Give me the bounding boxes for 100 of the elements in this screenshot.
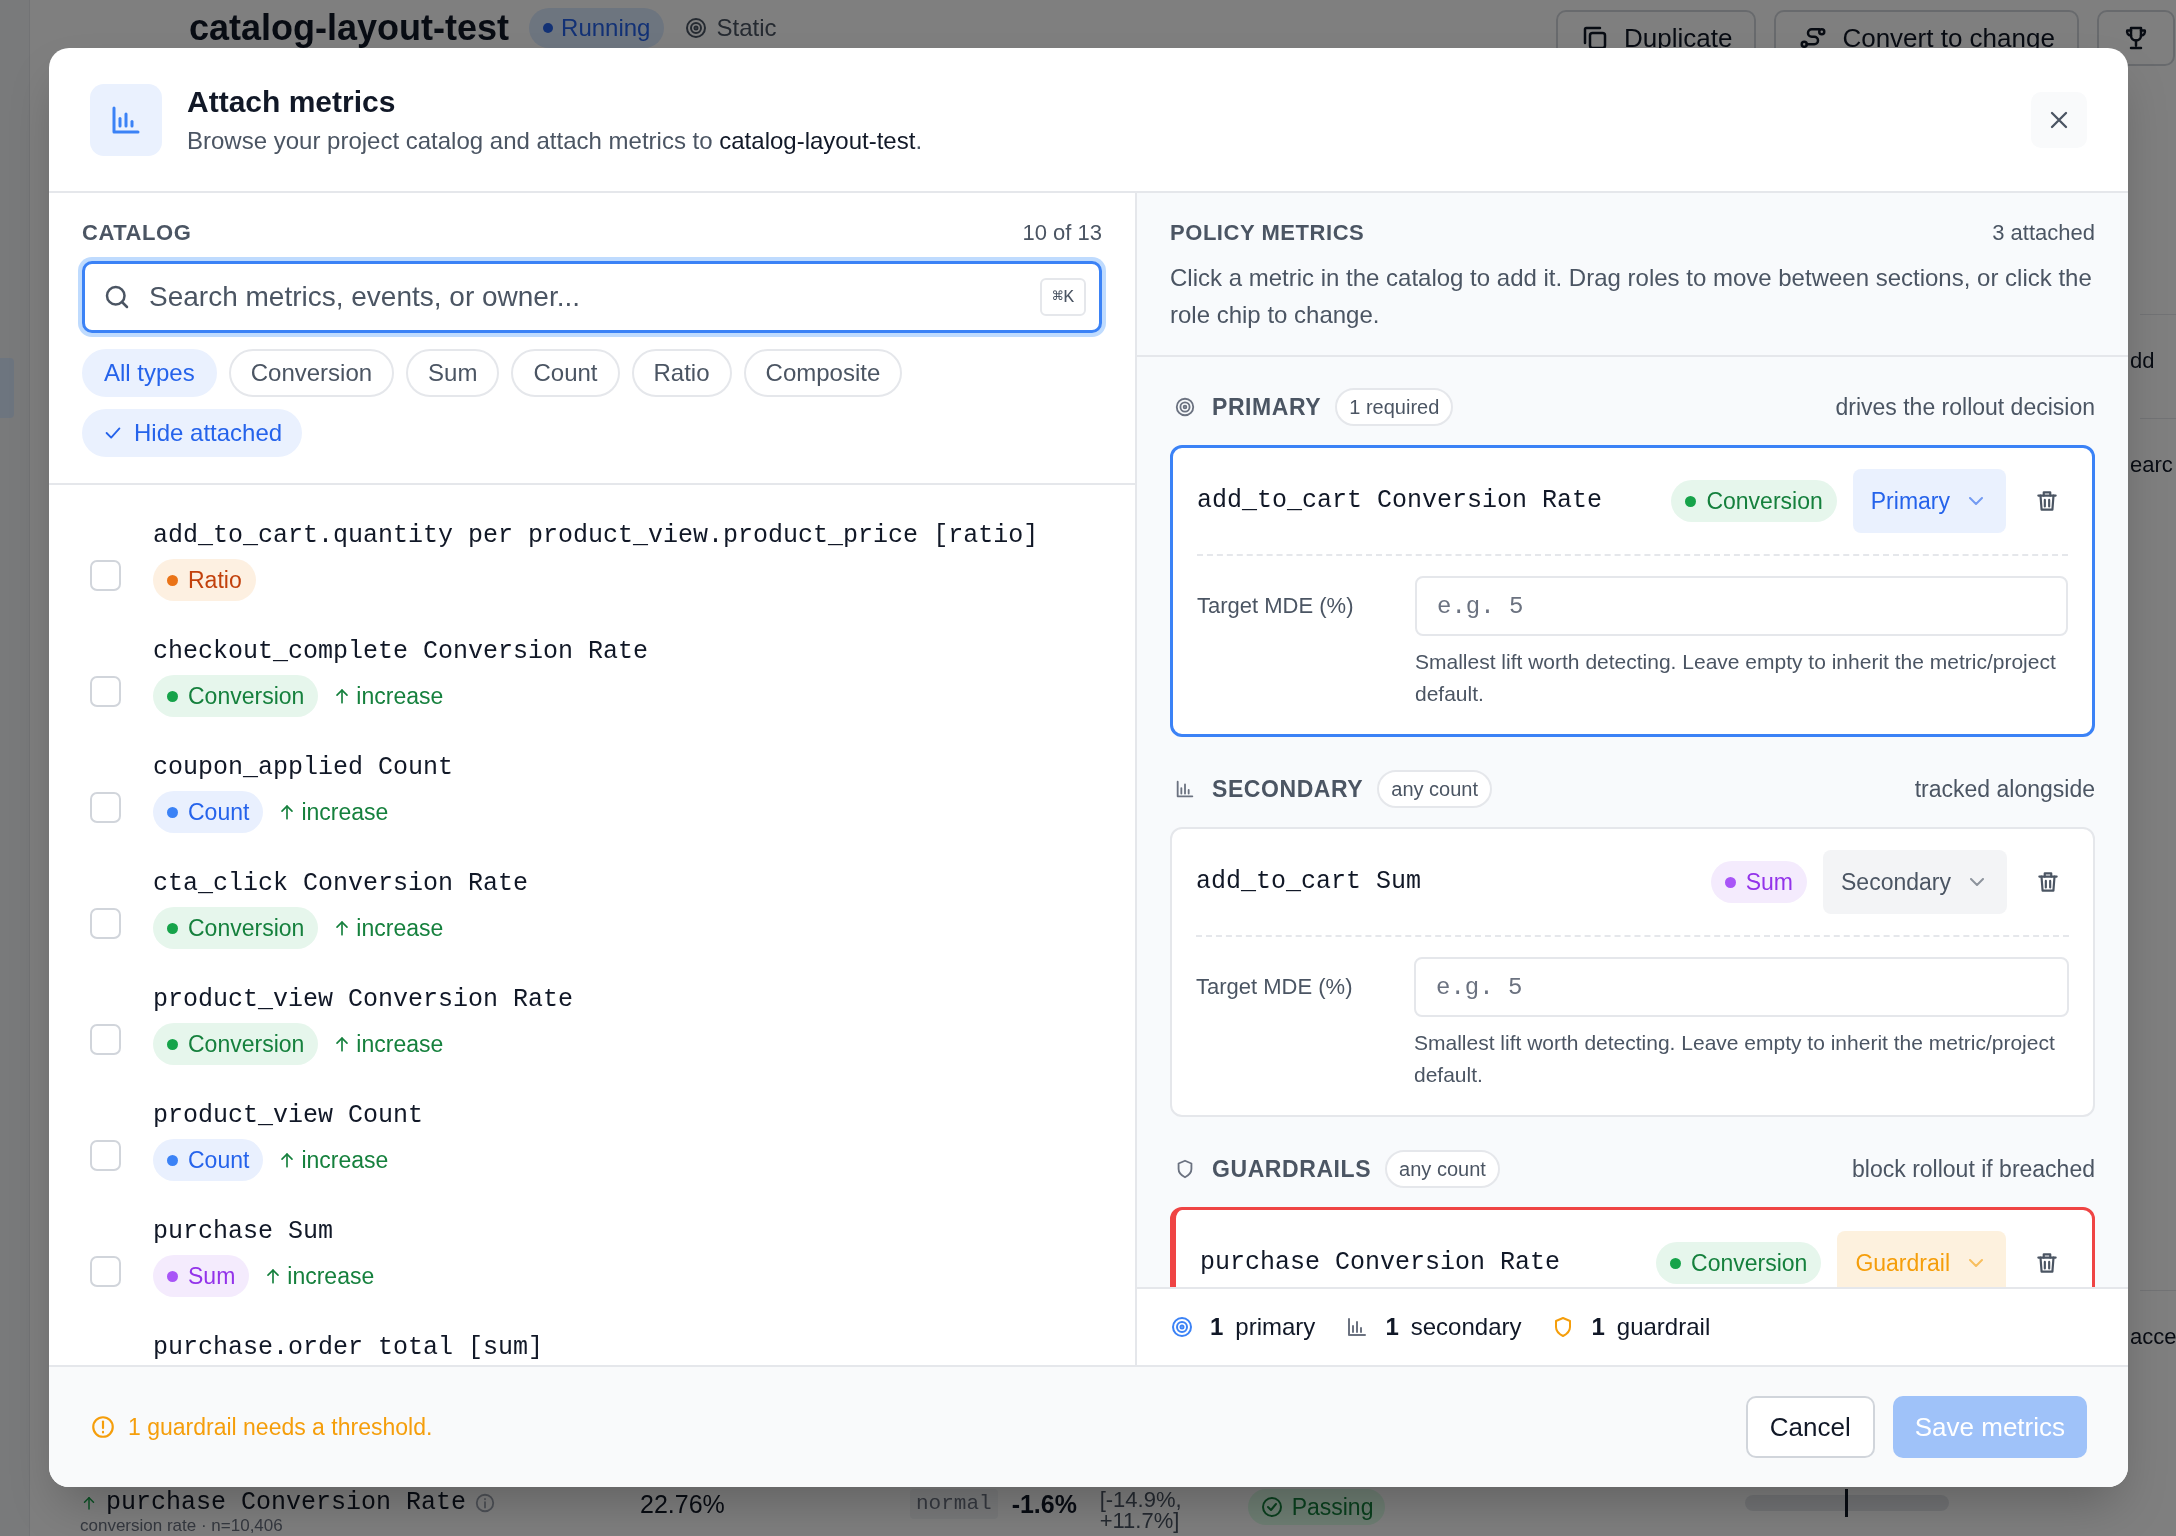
warning-icon: [90, 1414, 116, 1440]
metric-name: purchase.order total [sum]: [153, 1332, 544, 1364]
count-badge: 1 required: [1335, 388, 1454, 426]
section-title: PRIMARY: [1212, 392, 1322, 422]
metric-type-badge: Count: [153, 791, 264, 833]
metric-type-badge: Sum: [153, 1255, 250, 1297]
summary-count: 1: [1591, 1312, 1605, 1342]
metric-name: purchase Sum: [153, 1216, 335, 1248]
summary-label: primary: [1235, 1312, 1316, 1342]
metric-name: add_to_cart Conversion Rate: [1197, 485, 1603, 518]
direction-label: increase: [277, 794, 389, 830]
checkbox[interactable]: [90, 675, 121, 707]
target-icon: [1174, 396, 1196, 418]
target-icon: [684, 16, 709, 40]
count-badge: any count: [1385, 1150, 1500, 1188]
metric-type-badge: Conversion: [1671, 480, 1837, 522]
direction-label: increase: [332, 678, 444, 714]
lift-value: -1.6%: [1011, 1489, 1078, 1519]
section-heading: CATALOG: [82, 218, 192, 247]
direction-label: increase: [332, 910, 444, 946]
delete-button[interactable]: [2034, 1250, 2060, 1276]
section-note: tracked alongside: [1914, 774, 2095, 804]
cancel-button[interactable]: Cancel: [1745, 1396, 1875, 1458]
help-text: Smallest lift worth detecting. Leave empty to inherit the metric/project default.: [1415, 649, 2057, 707]
target-icon: [1170, 1315, 1194, 1339]
metric-type-badge: Ratio: [153, 559, 256, 601]
check-circle-icon: [1259, 1495, 1284, 1519]
metric-name: coupon_applied Count: [153, 752, 454, 784]
trash-icon: [2034, 488, 2060, 514]
checkbox[interactable]: [90, 1023, 121, 1055]
metric-name: add_to_cart.quantity per product_view.product_price [ratio]: [153, 520, 1039, 552]
checkbox[interactable]: [90, 1255, 121, 1287]
bar-chart-icon: [1174, 778, 1196, 800]
attached-count: 3 attached: [1992, 218, 2095, 247]
close-button[interactable]: [2031, 91, 2087, 148]
field-label: Target MDE (%): [1197, 592, 1355, 620]
metric-type-badge: Conversion: [153, 675, 319, 717]
info-icon: [474, 1492, 497, 1514]
filter-chip[interactable]: Conversion: [228, 349, 395, 397]
trash-icon: [2035, 869, 2061, 895]
page-text: acce: [2130, 1323, 2176, 1351]
filter-chip[interactable]: Composite: [743, 349, 903, 397]
filter-chip[interactable]: Count: [511, 349, 620, 397]
section-heading: POLICY METRICS: [1170, 218, 1365, 247]
direction-label: increase: [277, 1142, 389, 1178]
mde-input[interactable]: e.g. 5: [1414, 957, 2069, 1017]
mode-label: Static: [716, 13, 777, 43]
metric-type-badge: Conversion: [153, 907, 319, 949]
delete-button[interactable]: [2035, 869, 2061, 895]
role-dropdown[interactable]: Primary: [1852, 469, 2006, 533]
summary-label: secondary: [1410, 1312, 1522, 1342]
filter-chip[interactable]: Sum: [406, 349, 500, 397]
filter-chip[interactable]: All types: [82, 349, 217, 397]
warning-text: 1 guardrail needs a threshold.: [128, 1412, 433, 1442]
distribution-tag: normal: [910, 1489, 998, 1519]
direction-label: increase: [263, 1258, 375, 1294]
instructions-text: Click a metric in the catalog to add it. Drag roles to move between sections, or click the role chip to change.: [1170, 263, 2093, 330]
checkbox[interactable]: [90, 791, 121, 823]
summary-count: 1: [1385, 1312, 1399, 1342]
role-dropdown[interactable]: Secondary: [1823, 850, 2007, 914]
page-text: earc: [2130, 451, 2173, 479]
hide-attached-toggle[interactable]: Hide attached: [82, 409, 303, 457]
interval-text: [-14.9%,: [1099, 1489, 1183, 1510]
metric-name: cta_click Conversion Rate: [153, 868, 529, 900]
page-title: catalog-layout-test: [189, 8, 510, 48]
metric-name: add_to_cart Sum: [1196, 866, 1422, 899]
section-note: drives the rollout decision: [1835, 392, 2095, 422]
metric-name: product_view Conversion Rate: [153, 984, 574, 1016]
checkbox[interactable]: [90, 559, 121, 591]
summary-label: guardrail: [1616, 1312, 1711, 1342]
mde-input[interactable]: e.g. 5: [1415, 576, 2068, 636]
metric-value: 22.76%: [640, 1489, 726, 1519]
page-text: dd: [2130, 347, 2155, 375]
metric-type-badge: Conversion: [153, 1023, 319, 1065]
metric-name: purchase Conversion Rate: [106, 1489, 467, 1517]
section-title: GUARDRAILS: [1212, 1154, 1372, 1184]
metric-type-badge: Sum: [1710, 861, 1808, 903]
metric-type-badge: Conversion: [1656, 1242, 1822, 1284]
status-badge: Running: [529, 8, 665, 48]
count-badge: any count: [1377, 770, 1493, 808]
field-label: Target MDE (%): [1196, 973, 1354, 1001]
checkbox[interactable]: [90, 907, 121, 939]
direction-label: increase: [332, 1026, 444, 1062]
metric-name: checkout_complete Conversion Rate: [153, 636, 649, 668]
section-note: block rollout if breached: [1852, 1154, 2095, 1184]
delete-button[interactable]: [2034, 488, 2060, 514]
trash-icon: [2034, 1250, 2060, 1276]
dialog-subtitle: Browse your project catalog and attach metrics to catalog-layout-test.: [187, 125, 924, 156]
metric-detail: conversion rate · n=10,406: [80, 1517, 284, 1535]
section-title: SECONDARY: [1212, 774, 1364, 804]
checkbox[interactable]: [90, 1139, 121, 1171]
filter-chip[interactable]: Ratio: [631, 349, 732, 397]
metric-name: product_view Count: [153, 1100, 424, 1132]
shortcut-key: ⌘K: [1040, 278, 1086, 316]
summary-count: 1: [1210, 1312, 1224, 1342]
result-count: 10 of 13: [1022, 218, 1102, 247]
help-text: Smallest lift worth detecting. Leave empty to inherit the metric/project default.: [1414, 1030, 2056, 1088]
status-badge: Passing: [1247, 1489, 1386, 1525]
metric-name: purchase Conversion Rate: [1200, 1247, 1561, 1280]
metric-type-badge: Count: [153, 1139, 264, 1181]
